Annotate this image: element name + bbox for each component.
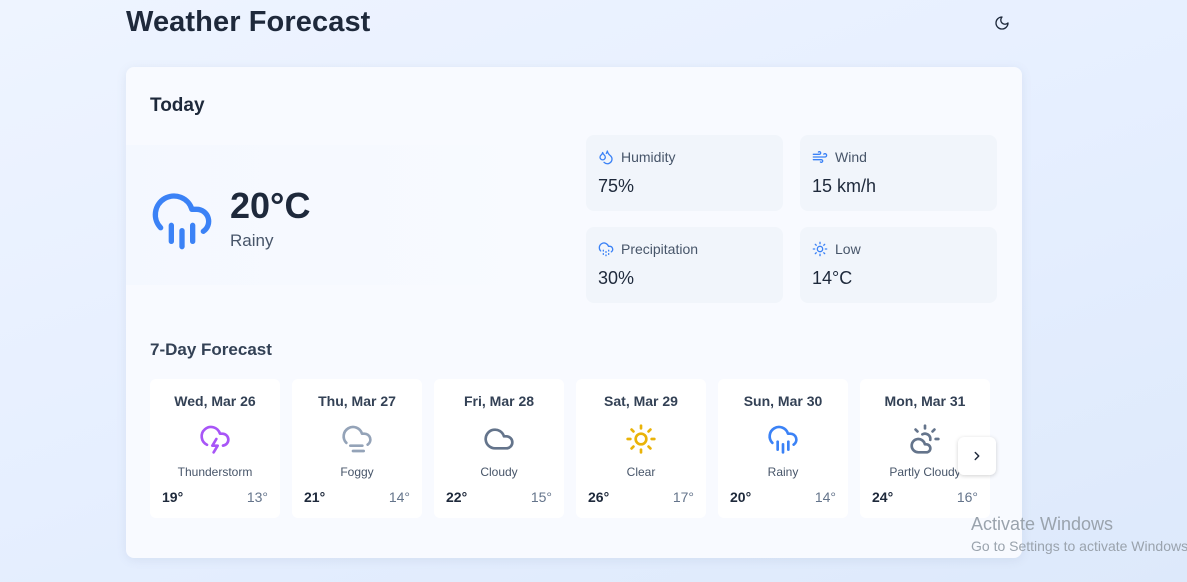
forecast-day-card[interactable]: Sun, Mar 30 Rainy 20° 14°	[718, 379, 848, 518]
low-stat: Low 14°C	[800, 227, 997, 303]
forecast-low: 16°	[956, 489, 978, 505]
precipitation-label: Precipitation	[621, 241, 699, 257]
cloud-icon	[484, 428, 514, 450]
forecast-condition: Rainy	[767, 465, 799, 479]
forecast-high: 20°	[730, 489, 752, 505]
forecast-low: 17°	[672, 489, 694, 505]
forecast-list: Wed, Mar 26 Thunderstorm 19° 13° Thu, Ma…	[150, 379, 1001, 520]
forecast-high: 26°	[588, 489, 610, 505]
forecast-day-label: Thu, Mar 27	[318, 393, 396, 409]
forecast-condition: Foggy	[340, 465, 374, 479]
forecast-high: 22°	[446, 489, 468, 505]
cloud-fog-icon	[342, 425, 372, 453]
current-condition: Rainy	[230, 231, 274, 250]
humidity-stat: Humidity 75%	[586, 135, 783, 211]
current-temperature: 20°C	[230, 185, 311, 226]
forecast-day-label: Fri, Mar 28	[463, 393, 535, 409]
forecast-next-button[interactable]	[958, 437, 996, 475]
wind-value: 15 km/h	[812, 176, 877, 196]
forecast-day-label: Sun, Mar 30	[743, 393, 823, 409]
app-title: Weather Forecast	[126, 6, 371, 38]
sun-icon	[626, 424, 656, 454]
forecast-high: 21°	[304, 489, 326, 505]
forecast-low: 14°	[814, 489, 836, 505]
forecast-day-label: Mon, Mar 31	[884, 393, 966, 409]
forecast-low: 13°	[246, 489, 268, 505]
windows-activation-watermark: Activate Windows Go to Settings to activ…	[971, 514, 1187, 554]
forecast-condition: Cloudy	[480, 465, 518, 479]
watermark-title: Activate Windows	[971, 514, 1114, 534]
humidity-label: Humidity	[621, 149, 676, 165]
forecast-high: 24°	[872, 489, 894, 505]
moon-icon	[995, 16, 1009, 30]
forecast-low: 15°	[530, 489, 552, 505]
low-label: Low	[835, 241, 861, 257]
humidity-value: 75%	[598, 176, 635, 196]
cloud-sun-icon	[910, 424, 940, 454]
forecast-day-card[interactable]: Thu, Mar 27 Foggy 21° 14°	[292, 379, 422, 518]
today-heading: Today	[150, 95, 205, 116]
precipitation-stat: Precipitation 30%	[586, 227, 783, 303]
forecast-high: 19°	[162, 489, 184, 505]
forecast-day-label: Sat, Mar 29	[604, 393, 678, 409]
wind-stat: Wind 15 km/h	[800, 135, 997, 211]
forecast-day-card[interactable]: Wed, Mar 26 Thunderstorm 19° 13°	[150, 379, 280, 518]
theme-toggle-button[interactable]	[990, 11, 1014, 35]
weather-card: Today 20°C Rainy Humidity 75% Wind 15 km…	[126, 67, 1022, 558]
low-value: 14°C	[812, 268, 853, 288]
page: Weather Forecast Today 20°C Rainy Humidi…	[0, 0, 1187, 582]
wind-label: Wind	[835, 149, 867, 165]
precipitation-value: 30%	[598, 268, 635, 288]
forecast-day-card[interactable]: Sat, Mar 29 Clear 26° 17°	[576, 379, 706, 518]
cloud-rain-icon	[768, 425, 798, 454]
forecast-day-card[interactable]: Fri, Mar 28 Cloudy 22° 15°	[434, 379, 564, 518]
droplets-icon	[599, 150, 613, 165]
chevron-right-icon	[974, 451, 980, 461]
forecast-day-label: Wed, Mar 26	[174, 393, 256, 409]
forecast-condition: Clear	[626, 465, 656, 479]
cloud-drizzle-icon	[598, 242, 614, 257]
cloud-lightning-icon	[200, 425, 230, 454]
forecast-condition: Thunderstorm	[177, 465, 253, 479]
wind-icon	[812, 151, 828, 163]
cloud-rain-icon	[152, 193, 212, 250]
forecast-low: 14°	[388, 489, 410, 505]
sun-icon	[812, 241, 828, 257]
watermark-subtitle: Go to Settings to activate Windows.	[971, 538, 1187, 554]
forecast-heading: 7-Day Forecast	[150, 340, 272, 359]
